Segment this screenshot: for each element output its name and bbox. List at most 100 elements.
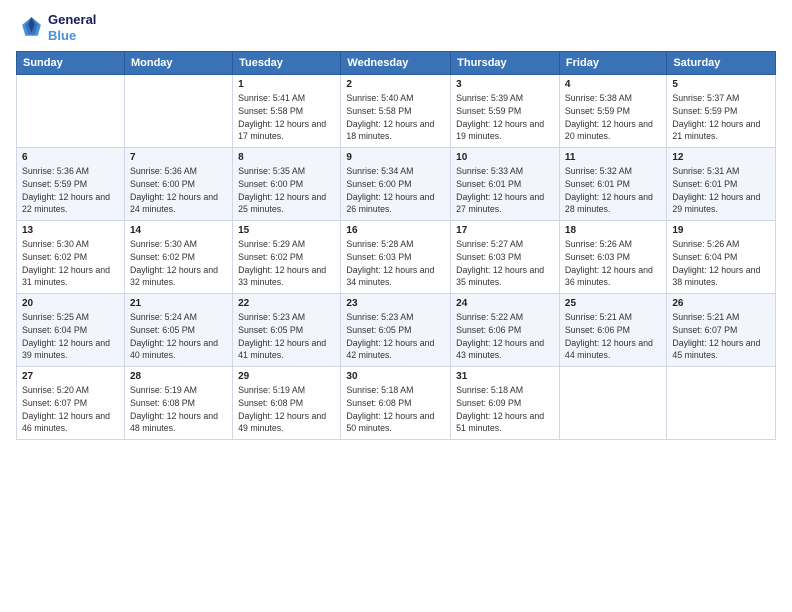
calendar-cell: 16 Sunrise: 5:28 AM Sunset: 6:03 PM Dayli…	[341, 221, 451, 294]
day-number: 10	[456, 152, 554, 163]
day-info: Sunrise: 5:23 AM Sunset: 6:05 PM Dayligh…	[346, 311, 445, 362]
day-number: 18	[565, 225, 661, 236]
day-info: Sunrise: 5:20 AM Sunset: 6:07 PM Dayligh…	[22, 384, 119, 435]
weekday-header-friday: Friday	[559, 52, 666, 75]
calendar-cell: 10 Sunrise: 5:33 AM Sunset: 6:01 PM Dayli…	[451, 148, 560, 221]
calendar-cell	[667, 367, 776, 440]
day-number: 1	[238, 79, 335, 90]
day-number: 17	[456, 225, 554, 236]
weekday-header-row: SundayMondayTuesdayWednesdayThursdayFrid…	[17, 52, 776, 75]
day-info: Sunrise: 5:30 AM Sunset: 6:02 PM Dayligh…	[22, 238, 119, 289]
calendar-cell: 25 Sunrise: 5:21 AM Sunset: 6:06 PM Dayli…	[559, 294, 666, 367]
weekday-header-sunday: Sunday	[17, 52, 125, 75]
weekday-header-tuesday: Tuesday	[233, 52, 341, 75]
day-number: 8	[238, 152, 335, 163]
calendar-cell: 9Sunrise: 5:34 AM Sunset: 6:00 PM Daylig…	[341, 148, 451, 221]
calendar-cell: 28 Sunrise: 5:19 AM Sunset: 6:08 PM Dayli…	[124, 367, 232, 440]
day-info: Sunrise: 5:39 AM Sunset: 5:59 PM Dayligh…	[456, 92, 554, 143]
calendar-cell: 18 Sunrise: 5:26 AM Sunset: 6:03 PM Dayli…	[559, 221, 666, 294]
calendar-cell: 3Sunrise: 5:39 AM Sunset: 5:59 PM Daylig…	[451, 75, 560, 148]
calendar-cell: 19 Sunrise: 5:26 AM Sunset: 6:04 PM Dayli…	[667, 221, 776, 294]
calendar-cell: 15Sunrise: 5:29 AM Sunset: 6:02 PM Dayli…	[233, 221, 341, 294]
day-info: Sunrise: 5:19 AM Sunset: 6:08 PM Dayligh…	[130, 384, 227, 435]
day-number: 2	[346, 79, 445, 90]
day-info: Sunrise: 5:40 AM Sunset: 5:58 PM Dayligh…	[346, 92, 445, 143]
calendar-cell: 13 Sunrise: 5:30 AM Sunset: 6:02 PM Dayli…	[17, 221, 125, 294]
calendar-cell: 31 Sunrise: 5:18 AM Sunset: 6:09 PM Dayli…	[451, 367, 560, 440]
day-number: 28	[130, 371, 227, 382]
day-info: Sunrise: 5:23 AM Sunset: 6:05 PM Dayligh…	[238, 311, 335, 362]
calendar-cell: 24 Sunrise: 5:22 AM Sunset: 6:06 PM Dayli…	[451, 294, 560, 367]
day-info: Sunrise: 5:36 AM Sunset: 6:00 PM Dayligh…	[130, 165, 227, 216]
day-number: 29	[238, 371, 335, 382]
weekday-header-monday: Monday	[124, 52, 232, 75]
week-row-3: 20 Sunrise: 5:25 AM Sunset: 6:04 PM Dayli…	[17, 294, 776, 367]
calendar-cell	[559, 367, 666, 440]
weekday-header-wednesday: Wednesday	[341, 52, 451, 75]
calendar-cell	[17, 75, 125, 148]
day-info: Sunrise: 5:18 AM Sunset: 6:09 PM Dayligh…	[456, 384, 554, 435]
day-number: 5	[672, 79, 770, 90]
weekday-header-thursday: Thursday	[451, 52, 560, 75]
calendar-cell: 21 Sunrise: 5:24 AM Sunset: 6:05 PM Dayli…	[124, 294, 232, 367]
day-info: Sunrise: 5:28 AM Sunset: 6:03 PM Dayligh…	[346, 238, 445, 289]
header: General Blue	[16, 12, 776, 43]
day-info: Sunrise: 5:24 AM Sunset: 6:05 PM Dayligh…	[130, 311, 227, 362]
day-number: 21	[130, 298, 227, 309]
day-number: 6	[22, 152, 119, 163]
calendar-cell: 4 Sunrise: 5:38 AM Sunset: 5:59 PM Daylig…	[559, 75, 666, 148]
day-info: Sunrise: 5:21 AM Sunset: 6:06 PM Dayligh…	[565, 311, 661, 362]
day-info: Sunrise: 5:18 AM Sunset: 6:08 PM Dayligh…	[346, 384, 445, 435]
calendar-cell: 30 Sunrise: 5:18 AM Sunset: 6:08 PM Dayli…	[341, 367, 451, 440]
calendar-cell: 26 Sunrise: 5:21 AM Sunset: 6:07 PM Dayli…	[667, 294, 776, 367]
calendar-cell: 2 Sunrise: 5:40 AM Sunset: 5:58 PM Daylig…	[341, 75, 451, 148]
calendar-cell	[124, 75, 232, 148]
week-row-4: 27 Sunrise: 5:20 AM Sunset: 6:07 PM Dayli…	[17, 367, 776, 440]
day-number: 13	[22, 225, 119, 236]
calendar-cell: 23 Sunrise: 5:23 AM Sunset: 6:05 PM Dayli…	[341, 294, 451, 367]
calendar-cell: 7 Sunrise: 5:36 AM Sunset: 6:00 PM Daylig…	[124, 148, 232, 221]
calendar-cell: 11 Sunrise: 5:32 AM Sunset: 6:01 PM Dayli…	[559, 148, 666, 221]
week-row-1: 6 Sunrise: 5:36 AM Sunset: 5:59 PM Daylig…	[17, 148, 776, 221]
week-row-0: 1 Sunrise: 5:41 AM Sunset: 5:58 PM Daylig…	[17, 75, 776, 148]
calendar: SundayMondayTuesdayWednesdayThursdayFrid…	[16, 51, 776, 440]
calendar-cell: 14Sunrise: 5:30 AM Sunset: 6:02 PM Dayli…	[124, 221, 232, 294]
day-info: Sunrise: 5:30 AM Sunset: 6:02 PM Dayligh…	[130, 238, 227, 289]
day-number: 20	[22, 298, 119, 309]
day-info: Sunrise: 5:41 AM Sunset: 5:58 PM Dayligh…	[238, 92, 335, 143]
day-info: Sunrise: 5:37 AM Sunset: 5:59 PM Dayligh…	[672, 92, 770, 143]
day-info: Sunrise: 5:19 AM Sunset: 6:08 PM Dayligh…	[238, 384, 335, 435]
day-info: Sunrise: 5:22 AM Sunset: 6:06 PM Dayligh…	[456, 311, 554, 362]
day-number: 31	[456, 371, 554, 382]
calendar-cell: 12Sunrise: 5:31 AM Sunset: 6:01 PM Dayli…	[667, 148, 776, 221]
day-number: 27	[22, 371, 119, 382]
day-number: 16	[346, 225, 445, 236]
day-number: 4	[565, 79, 661, 90]
day-info: Sunrise: 5:35 AM Sunset: 6:00 PM Dayligh…	[238, 165, 335, 216]
day-info: Sunrise: 5:38 AM Sunset: 5:59 PM Dayligh…	[565, 92, 661, 143]
day-info: Sunrise: 5:25 AM Sunset: 6:04 PM Dayligh…	[22, 311, 119, 362]
calendar-cell: 22 Sunrise: 5:23 AM Sunset: 6:05 PM Dayli…	[233, 294, 341, 367]
day-number: 26	[672, 298, 770, 309]
day-number: 9	[346, 152, 445, 163]
day-number: 7	[130, 152, 227, 163]
day-number: 22	[238, 298, 335, 309]
day-info: Sunrise: 5:26 AM Sunset: 6:04 PM Dayligh…	[672, 238, 770, 289]
day-number: 23	[346, 298, 445, 309]
day-info: Sunrise: 5:26 AM Sunset: 6:03 PM Dayligh…	[565, 238, 661, 289]
day-number: 15	[238, 225, 335, 236]
day-info: Sunrise: 5:21 AM Sunset: 6:07 PM Dayligh…	[672, 311, 770, 362]
day-info: Sunrise: 5:32 AM Sunset: 6:01 PM Dayligh…	[565, 165, 661, 216]
calendar-cell: 27 Sunrise: 5:20 AM Sunset: 6:07 PM Dayli…	[17, 367, 125, 440]
logo-text: General Blue	[48, 12, 96, 43]
calendar-cell: 20 Sunrise: 5:25 AM Sunset: 6:04 PM Dayli…	[17, 294, 125, 367]
day-number: 11	[565, 152, 661, 163]
day-number: 19	[672, 225, 770, 236]
day-number: 30	[346, 371, 445, 382]
weekday-header-saturday: Saturday	[667, 52, 776, 75]
calendar-cell: 1 Sunrise: 5:41 AM Sunset: 5:58 PM Daylig…	[233, 75, 341, 148]
day-number: 25	[565, 298, 661, 309]
day-info: Sunrise: 5:33 AM Sunset: 6:01 PM Dayligh…	[456, 165, 554, 216]
day-number: 24	[456, 298, 554, 309]
day-info: Sunrise: 5:36 AM Sunset: 5:59 PM Dayligh…	[22, 165, 119, 216]
